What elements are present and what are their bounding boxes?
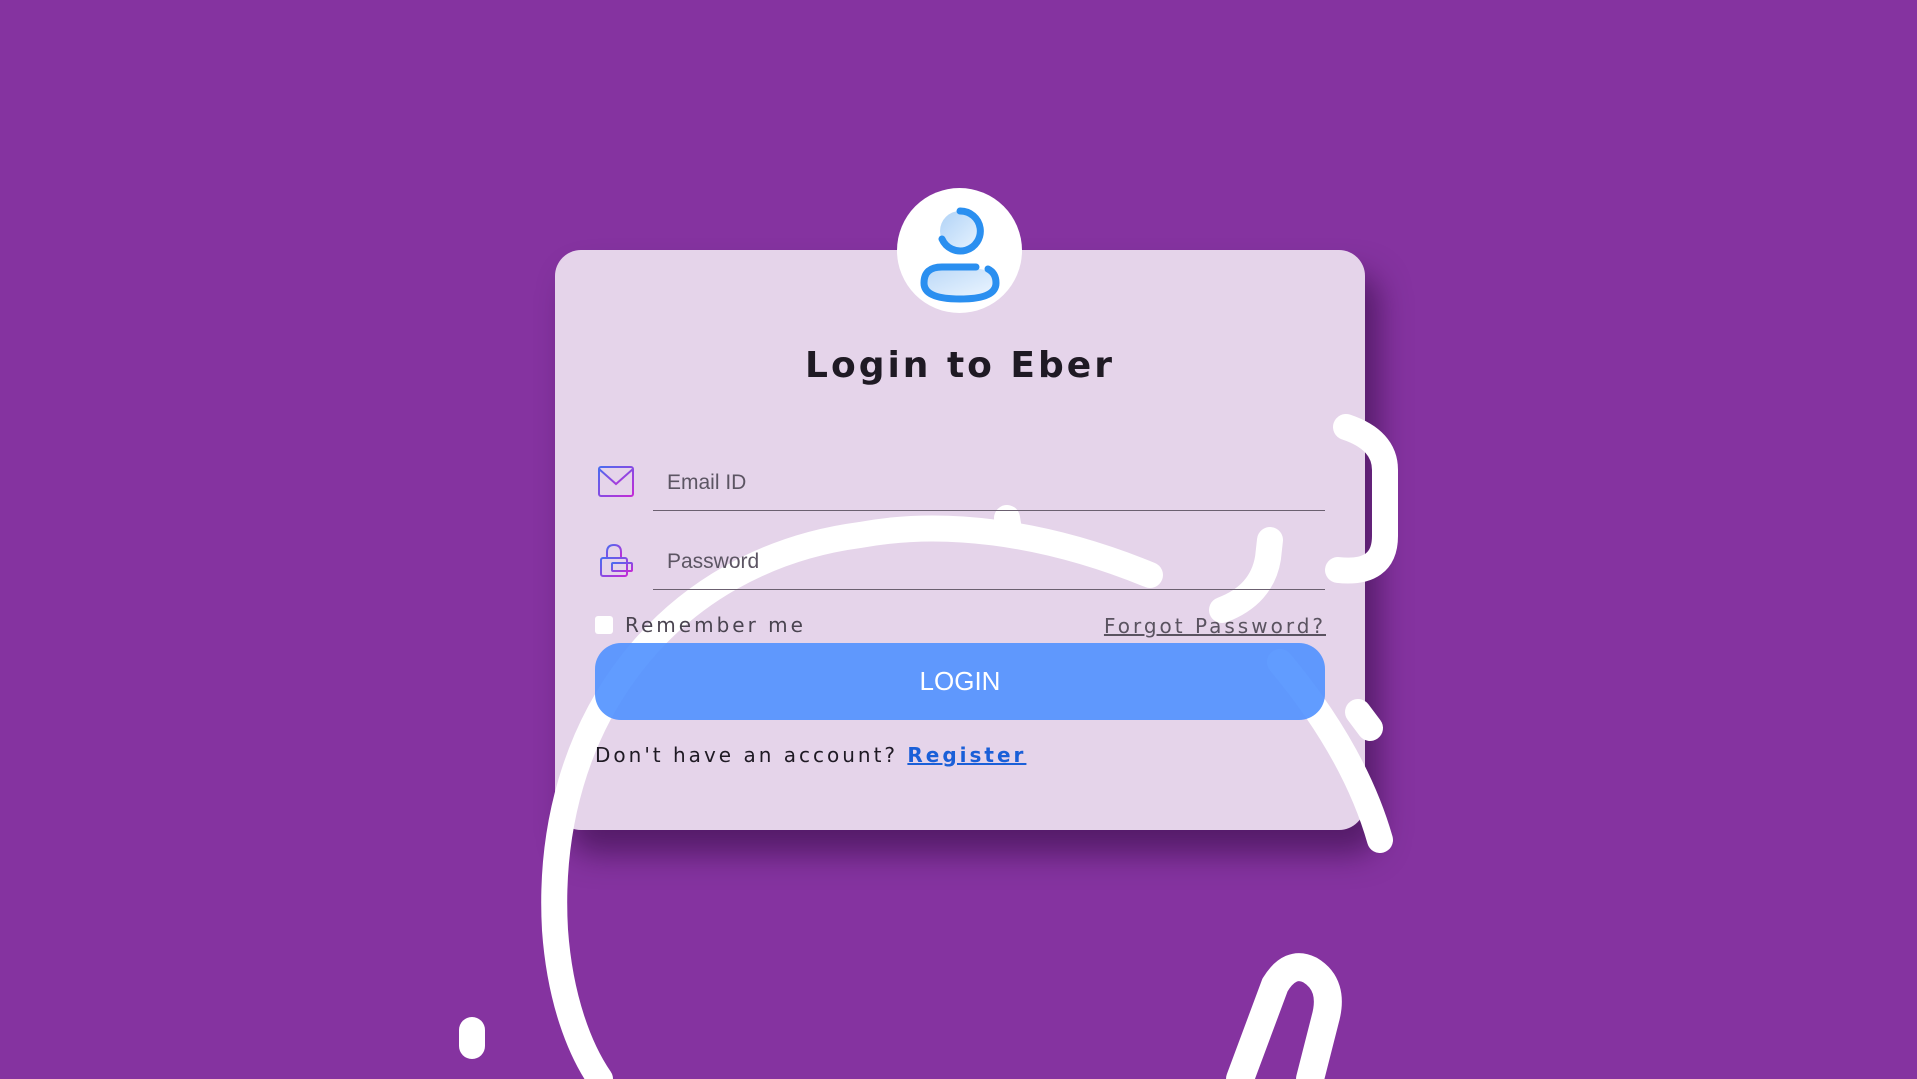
remember-me[interactable]: Remember me	[595, 613, 806, 637]
avatar	[897, 188, 1022, 313]
envelope-icon	[597, 465, 635, 503]
remember-checkbox[interactable]	[595, 616, 613, 634]
login-button[interactable]: LOGIN	[595, 643, 1325, 720]
email-input[interactable]	[653, 455, 1325, 511]
page-title: Login to Eber	[805, 345, 1115, 386]
remember-label: Remember me	[625, 613, 806, 637]
login-page: Login to Eber Email ID Remember me Forgo…	[0, 0, 1917, 1079]
register-prompt-text: Don't have an account?	[595, 743, 899, 767]
lock-icon	[598, 542, 634, 584]
forgot-password-link[interactable]: Forgot Password?	[1104, 614, 1326, 638]
user-avatar-icon	[919, 206, 1000, 303]
register-prompt: Don't have an account? Register	[595, 743, 1026, 767]
register-link[interactable]: Register	[907, 743, 1026, 767]
password-input[interactable]	[653, 534, 1325, 590]
